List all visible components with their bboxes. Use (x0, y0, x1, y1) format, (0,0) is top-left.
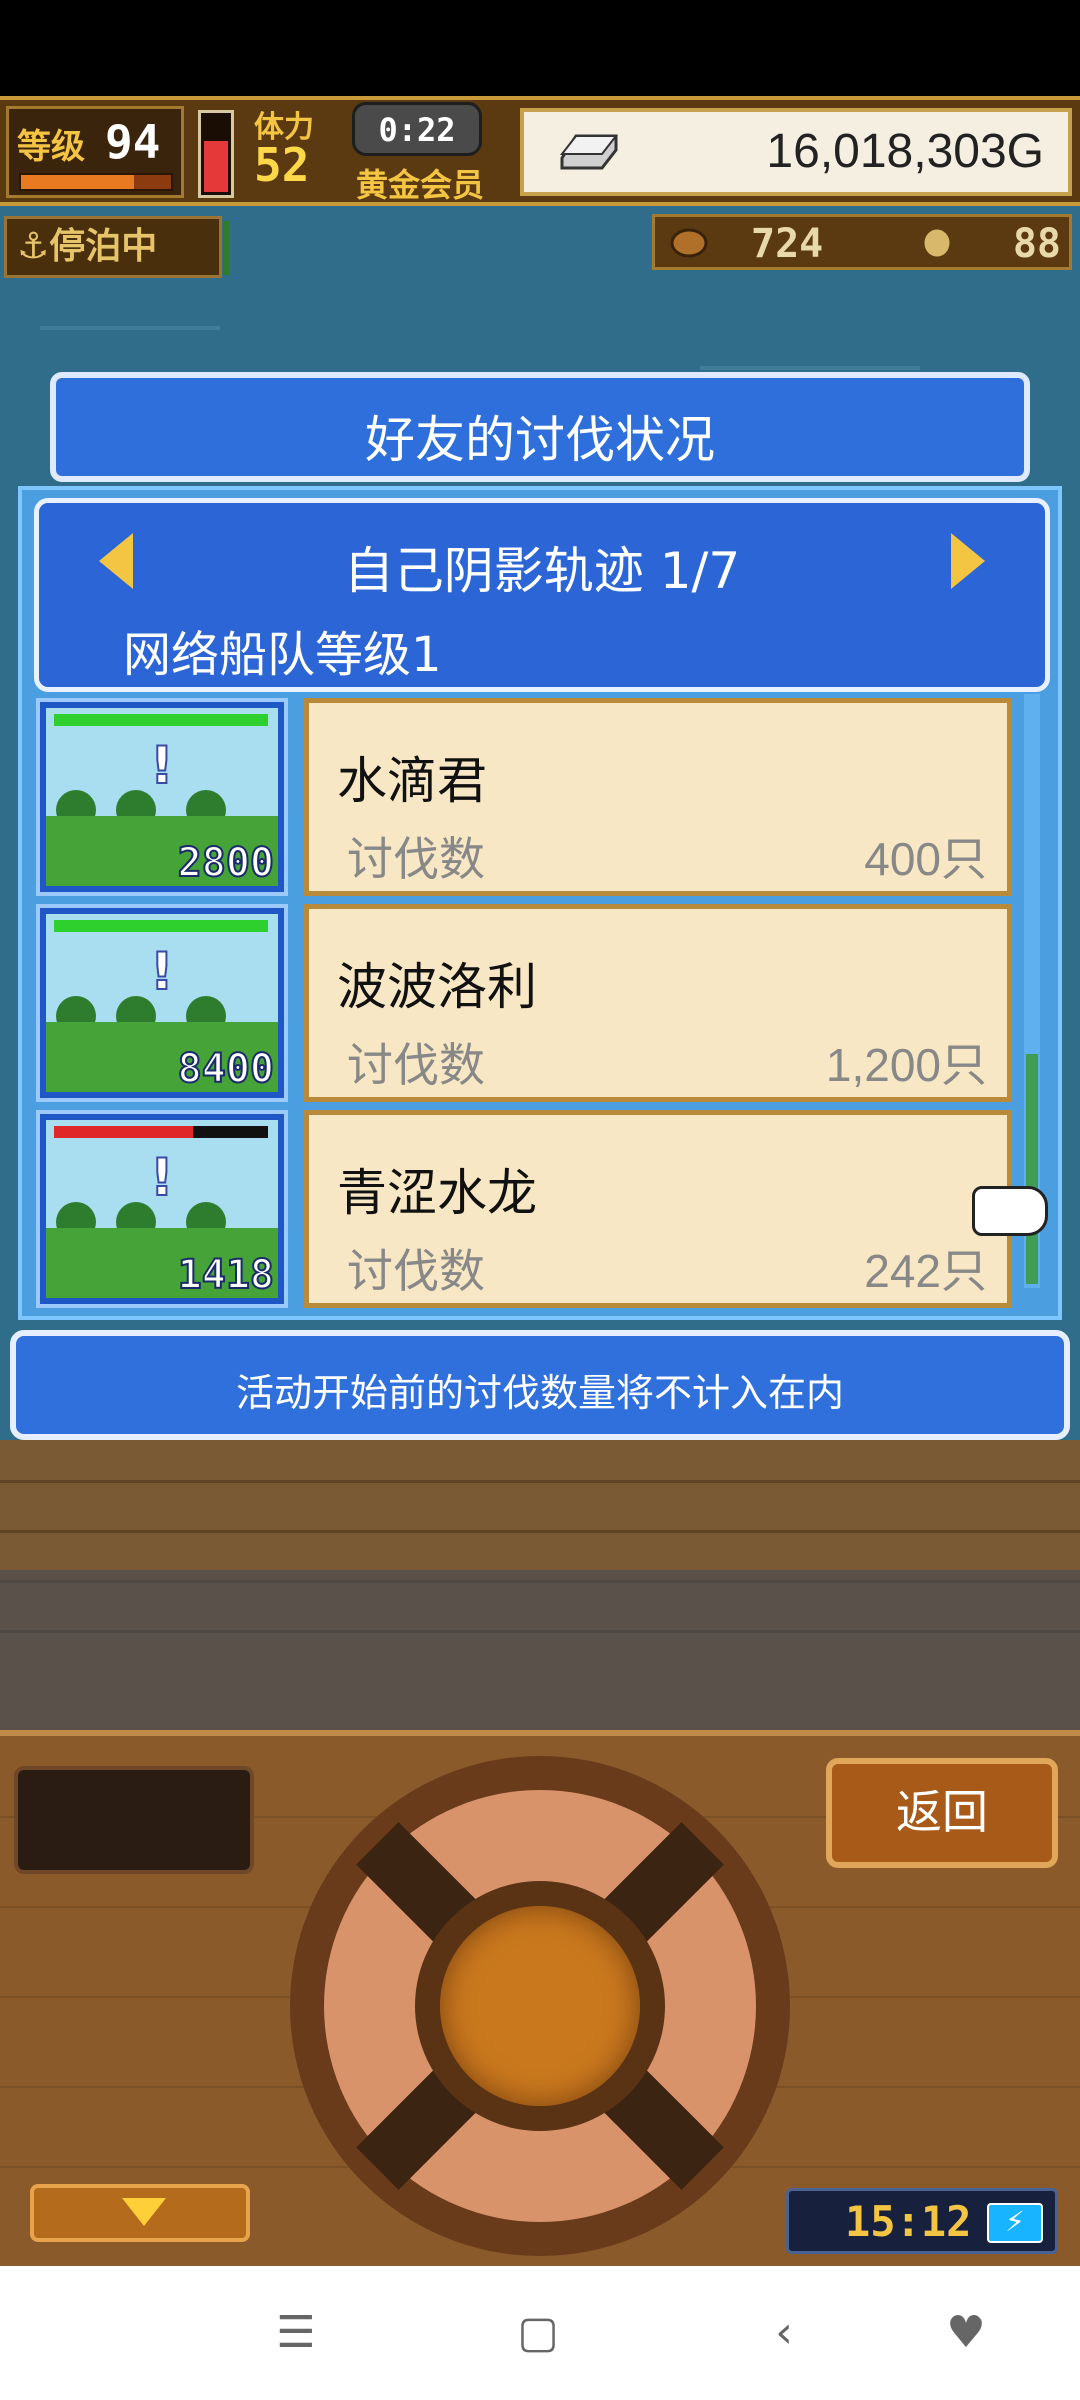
level-progress-fill (21, 175, 134, 189)
dial-center-button[interactable] (440, 1906, 640, 2106)
hunt-count-label: 讨伐数 (347, 832, 485, 886)
hunt-status-panel: 自己阴影轨迹 1/7 网络船队等级1 ! 2800 水滴君 讨伐数 400只 !… (18, 486, 1062, 1320)
monster-hp-bar (54, 920, 268, 932)
subheader: 自己阴影轨迹 1/7 网络船队等级1 (34, 498, 1050, 692)
next-page-arrow-icon[interactable] (951, 533, 985, 589)
gold-amount: 16,018,303G (766, 125, 1044, 178)
stamina-value: 52 (254, 138, 310, 192)
list-item[interactable]: ! 8400 波波洛利 讨伐数 1,200只 (36, 904, 1032, 1102)
alert-icon: ! (149, 1147, 175, 1209)
monster-thumbnail: ! 1418 (36, 1110, 288, 1308)
monster-thumbnail: ! 8400 (36, 904, 288, 1102)
monster-card[interactable]: 青涩水龙 讨伐数 242只 (304, 1110, 1012, 1308)
silver-ingot-icon (559, 134, 619, 170)
gold-panel: 16,018,303G (520, 108, 1072, 196)
monster-hp-bar (54, 714, 268, 726)
monster-hp-fill (54, 714, 268, 726)
level-progress-bar (19, 173, 173, 191)
monster-hp-bar (54, 1126, 268, 1138)
monster-hp-fill (54, 1126, 194, 1138)
info-screen (14, 1766, 254, 1874)
food-count: 724 (751, 221, 824, 267)
monster-hp-fill (54, 920, 268, 932)
alert-icon: ! (149, 735, 175, 797)
anchored-status-text: 停泊中 (49, 226, 158, 267)
notice-text: 活动开始前的讨伐数量将不计入在内 (235, 1371, 844, 1415)
monster-score: 2800 (177, 839, 275, 887)
monster-name: 水滴君 (337, 753, 487, 809)
food-icon (670, 228, 708, 258)
pointer-hand-icon (972, 1186, 1048, 1236)
status-indicator (223, 221, 229, 275)
anchored-status: ⚓停泊中 (4, 216, 229, 278)
hunt-count-label: 讨伐数 (347, 1244, 485, 1298)
monster-thumbnail: ! 2800 (36, 698, 288, 896)
membership-label: 黄金会员 (356, 166, 485, 204)
hunt-count-value: 1,200只 (825, 1039, 987, 1091)
clock-panel: 15:12 ⚡ (786, 2188, 1058, 2254)
top-hud: 等级 94 体力 52 0:22 黄金会员 16,018,303G (0, 96, 1080, 206)
back-button[interactable]: 返回 (826, 1758, 1058, 1868)
hunt-count-value: 242只 (864, 1245, 987, 1297)
list-item[interactable]: ! 2800 水滴君 讨伐数 400只 (36, 698, 1032, 896)
assistant-icon[interactable]: ♥ (936, 2306, 996, 2360)
menu-down-button[interactable] (30, 2184, 250, 2242)
scroll-thumb[interactable] (1026, 1054, 1038, 1284)
fleet-level: 网络船队等级1 (123, 627, 442, 683)
dialog-title: 好友的讨伐状况 (365, 411, 715, 469)
alert-icon: ! (149, 941, 175, 1003)
home-icon[interactable]: ▢ (508, 2306, 568, 2360)
coin-icon (921, 226, 953, 260)
coin-count: 88 (1012, 221, 1061, 267)
monster-card[interactable]: 水滴君 讨伐数 400只 (304, 698, 1012, 896)
page-indicator: 自己阴影轨迹 1/7 (343, 542, 741, 600)
menu-icon[interactable]: ☰ (266, 2306, 326, 2360)
monster-score: 8400 (177, 1045, 275, 1093)
level-label: 等级 (17, 127, 85, 167)
anchor-icon: ⚓ (17, 226, 50, 267)
dialog-title-bar: 好友的讨伐状况 (50, 372, 1030, 482)
level-panel: 等级 94 (6, 106, 184, 198)
monster-card[interactable]: 波波洛利 讨伐数 1,200只 (304, 904, 1012, 1102)
direction-dial[interactable] (290, 1756, 790, 2256)
level-value: 94 (105, 115, 161, 169)
down-arrow-icon (122, 2198, 166, 2226)
resource-panel: 724 88 (652, 214, 1072, 270)
hunt-count-value: 400只 (864, 833, 987, 885)
monster-name: 青涩水龙 (337, 1165, 537, 1221)
hp-gauge (198, 110, 234, 198)
list-item[interactable]: ! 1418 青涩水龙 讨伐数 242只 (36, 1110, 1032, 1308)
notice-bar: 活动开始前的讨伐数量将不计入在内 (10, 1330, 1070, 1440)
monster-name: 波波洛利 (337, 959, 537, 1015)
system-nav-bar: ☰ ▢ ‹ ♥ (0, 2266, 1080, 2400)
clock-time: 15:12 (845, 2197, 972, 2246)
hp-gauge-fill (204, 140, 228, 192)
hunt-count-label: 讨伐数 (347, 1038, 485, 1092)
monster-score: 1418 (177, 1251, 275, 1299)
battery-charging-icon: ⚡ (987, 2203, 1043, 2243)
control-console: 返回 15:12 ⚡ (0, 1730, 1080, 2266)
back-icon[interactable]: ‹ (754, 2306, 814, 2360)
stamina-timer: 0:22 (352, 102, 482, 156)
deck-shadow (0, 1570, 1080, 1730)
